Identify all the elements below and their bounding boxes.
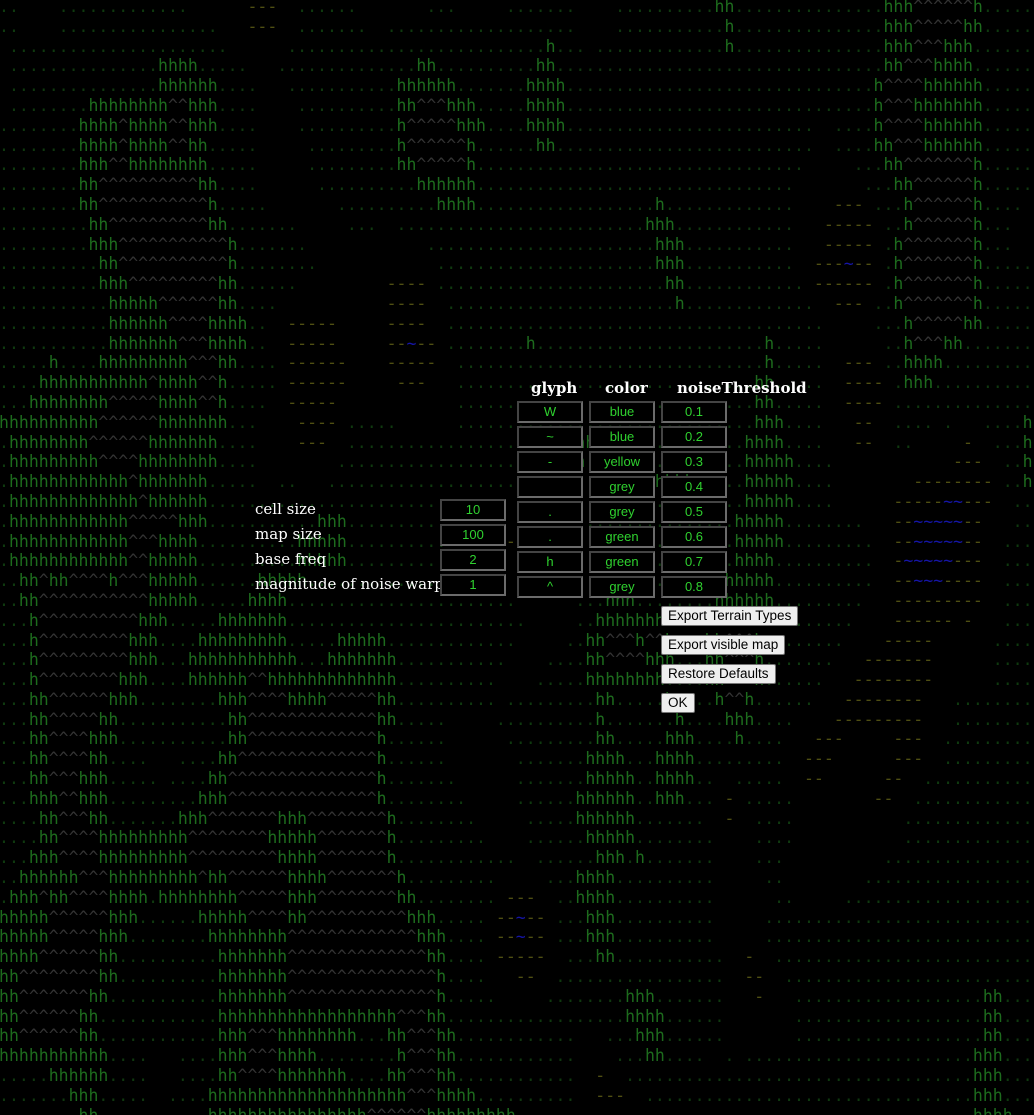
cell-size-label: cell size [255, 500, 316, 518]
export-visible-map-button[interactable]: Export visible map [661, 635, 786, 655]
color-input[interactable]: grey [589, 501, 655, 523]
threshold-input[interactable]: 0.1 [661, 401, 727, 423]
glyph-input[interactable]: ~ [517, 426, 583, 448]
color-input[interactable]: blue [589, 426, 655, 448]
color-input[interactable]: green [589, 551, 655, 573]
glyph-input[interactable]: - [517, 451, 583, 473]
restore-defaults-button[interactable]: Restore Defaults [661, 664, 776, 684]
glyph-column-header: glyph [531, 379, 578, 397]
glyph-input[interactable]: W [517, 401, 583, 423]
ok-button[interactable]: OK [661, 693, 695, 713]
threshold-input[interactable]: 0.7 [661, 551, 727, 573]
glyph-input[interactable]: . [517, 526, 583, 548]
noise-warping-input[interactable]: 1 [440, 574, 506, 596]
map-size-input[interactable]: 100 [440, 524, 506, 546]
color-input[interactable]: grey [589, 476, 655, 498]
export-terrain-types-button[interactable]: Export Terrain Types [661, 606, 799, 626]
color-input[interactable]: blue [589, 401, 655, 423]
glyph-input[interactable]: ^ [517, 576, 583, 598]
color-input[interactable]: yellow [589, 451, 655, 473]
glyph-input[interactable]: . [517, 501, 583, 523]
glyph-input[interactable] [517, 476, 583, 498]
threshold-input[interactable]: 0.4 [661, 476, 727, 498]
cell-size-input[interactable]: 10 [440, 499, 506, 521]
threshold-input[interactable]: 0.5 [661, 501, 727, 523]
glyph-input[interactable]: h [517, 551, 583, 573]
noise-warping-label: magnitude of noise warping [255, 575, 468, 593]
threshold-input[interactable]: 0.6 [661, 526, 727, 548]
threshold-input[interactable]: 0.3 [661, 451, 727, 473]
color-input[interactable]: grey [589, 576, 655, 598]
base-freq-input[interactable]: 2 [440, 549, 506, 571]
map-size-label: map size [255, 525, 322, 543]
threshold-column-header: noiseThreshold [677, 379, 807, 397]
color-column-header: color [605, 379, 648, 397]
color-input[interactable]: green [589, 526, 655, 548]
threshold-input[interactable]: 0.2 [661, 426, 727, 448]
threshold-input[interactable]: 0.8 [661, 576, 727, 598]
base-freq-label: base freq [255, 550, 327, 568]
